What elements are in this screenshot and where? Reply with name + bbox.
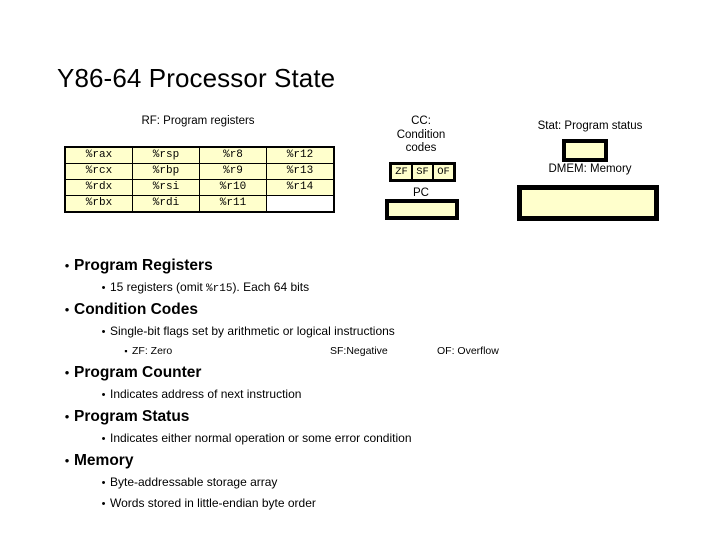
bullet-marker-icon: • xyxy=(101,498,106,510)
bullet-marker-icon: • xyxy=(64,302,70,317)
flag-description-sf: SF:Negative xyxy=(330,345,388,357)
bullet-detail-flags: ZF: Zero SF:Negative OF: Overflow xyxy=(132,342,499,361)
memory-label: DMEM: Memory xyxy=(548,163,632,175)
bullet-marker-icon: • xyxy=(64,453,70,468)
register-name-r15: %r15 xyxy=(206,283,233,295)
detail-prefix: 15 registers (omit xyxy=(110,280,207,294)
bullet-marker-icon: • xyxy=(64,409,70,424)
bullet-heading-memory: Memory xyxy=(74,452,134,469)
register-cell: %r12 xyxy=(266,146,335,164)
bullet-marker-icon: • xyxy=(101,326,106,338)
register-cell: %rsi xyxy=(132,179,200,196)
bullet-detail-program-registers: 15 registers (omit %r15). Each 64 bits xyxy=(110,277,309,300)
bullet-heading-program-status: Program Status xyxy=(74,408,190,425)
register-cell: %r9 xyxy=(199,163,267,180)
bullet-marker-icon: • xyxy=(101,477,106,489)
register-cell: %rcx xyxy=(64,163,133,180)
condition-codes-label-line1: CC: xyxy=(411,115,431,127)
table-row: %rdx %rsi %r10 %r14 xyxy=(64,179,335,196)
condition-codes-label: CC: Condition codes xyxy=(362,115,480,156)
list-item: • Words stored in little-endian byte ord… xyxy=(0,493,719,514)
register-cell: %r11 xyxy=(199,195,267,213)
table-row: %rcx %rbp %r9 %r13 xyxy=(64,163,335,180)
register-cell: %r8 xyxy=(199,146,267,164)
register-file-table: %rax %rsp %r8 %r12 %rcx %rbp %r9 %r13 %r… xyxy=(64,146,335,213)
bullet-marker-icon: • xyxy=(101,282,106,294)
table-row: %rax %rsp %r8 %r12 xyxy=(64,146,335,164)
register-cell: %rsp xyxy=(132,146,200,164)
list-item: ▪ ZF: Zero SF:Negative OF: Overflow xyxy=(0,342,719,361)
list-item: • Indicates address of next instruction xyxy=(0,384,719,405)
program-status-box xyxy=(562,139,608,162)
list-item: • Memory xyxy=(0,449,719,472)
register-cell-empty xyxy=(266,195,335,213)
flag-description-zf: ZF: Zero xyxy=(132,345,173,357)
list-item: • Byte-addressable storage array xyxy=(0,472,719,493)
list-item: • 15 registers (omit %r15). Each 64 bits xyxy=(0,277,719,298)
register-file-label: RF: Program registers xyxy=(141,115,255,127)
register-cell: %rdi xyxy=(132,195,200,213)
bullet-marker-icon: • xyxy=(101,433,106,445)
list-item: • Program Status xyxy=(0,405,719,428)
flag-description-of: OF: Overflow xyxy=(437,345,499,357)
flag-cell-zf: ZF xyxy=(392,165,411,179)
bullet-marker-icon: ▪ xyxy=(124,346,128,356)
register-cell: %r10 xyxy=(199,179,267,196)
list-item: • Condition Codes xyxy=(0,298,719,321)
condition-codes-label-line3: codes xyxy=(405,142,437,154)
bullet-heading-program-registers: Program Registers xyxy=(74,257,213,274)
list-item: • Single-bit flags set by arithmetic or … xyxy=(0,321,719,342)
bullet-marker-icon: • xyxy=(101,389,106,401)
bullet-heading-condition-codes: Condition Codes xyxy=(74,301,198,318)
register-cell: %r14 xyxy=(266,179,335,196)
page-title: Y86-64 Processor State xyxy=(57,63,336,93)
table-row: %rbx %rdi %r11 xyxy=(64,195,335,213)
flag-cell-of: OF xyxy=(434,165,453,179)
bullet-marker-icon: • xyxy=(64,258,70,273)
list-item: • Program Counter xyxy=(0,361,719,384)
program-status-label: Stat: Program status xyxy=(537,120,643,132)
bullet-detail-memory-1: Byte-addressable storage array xyxy=(110,475,278,489)
bullet-detail-program-status: Indicates either normal operation or som… xyxy=(110,431,412,445)
register-cell: %rax xyxy=(64,146,133,164)
bullet-detail-memory-2: Words stored in little-endian byte order xyxy=(110,496,316,510)
bullet-marker-icon: • xyxy=(64,365,70,380)
bullet-list: • Program Registers • 15 registers (omit… xyxy=(0,254,719,514)
bullet-heading-program-counter: Program Counter xyxy=(74,364,202,381)
condition-codes-label-line2: Condition xyxy=(396,128,446,141)
register-cell: %rbp xyxy=(132,163,200,180)
detail-suffix: ). Each 64 bits xyxy=(232,280,310,294)
bullet-detail-condition-codes: Single-bit flags set by arithmetic or lo… xyxy=(110,324,395,338)
condition-codes-box: ZF SF OF xyxy=(389,162,456,182)
program-counter-label: PC xyxy=(413,187,429,199)
memory-box xyxy=(517,185,659,221)
list-item: • Indicates either normal operation or s… xyxy=(0,428,719,449)
flag-cell-sf: SF xyxy=(413,165,432,179)
bullet-detail-program-counter: Indicates address of next instruction xyxy=(110,387,302,401)
register-cell: %r13 xyxy=(266,163,335,180)
program-counter-box xyxy=(385,199,459,220)
register-cell: %rbx xyxy=(64,195,133,213)
list-item: • Program Registers xyxy=(0,254,719,277)
register-cell: %rdx xyxy=(64,179,133,196)
